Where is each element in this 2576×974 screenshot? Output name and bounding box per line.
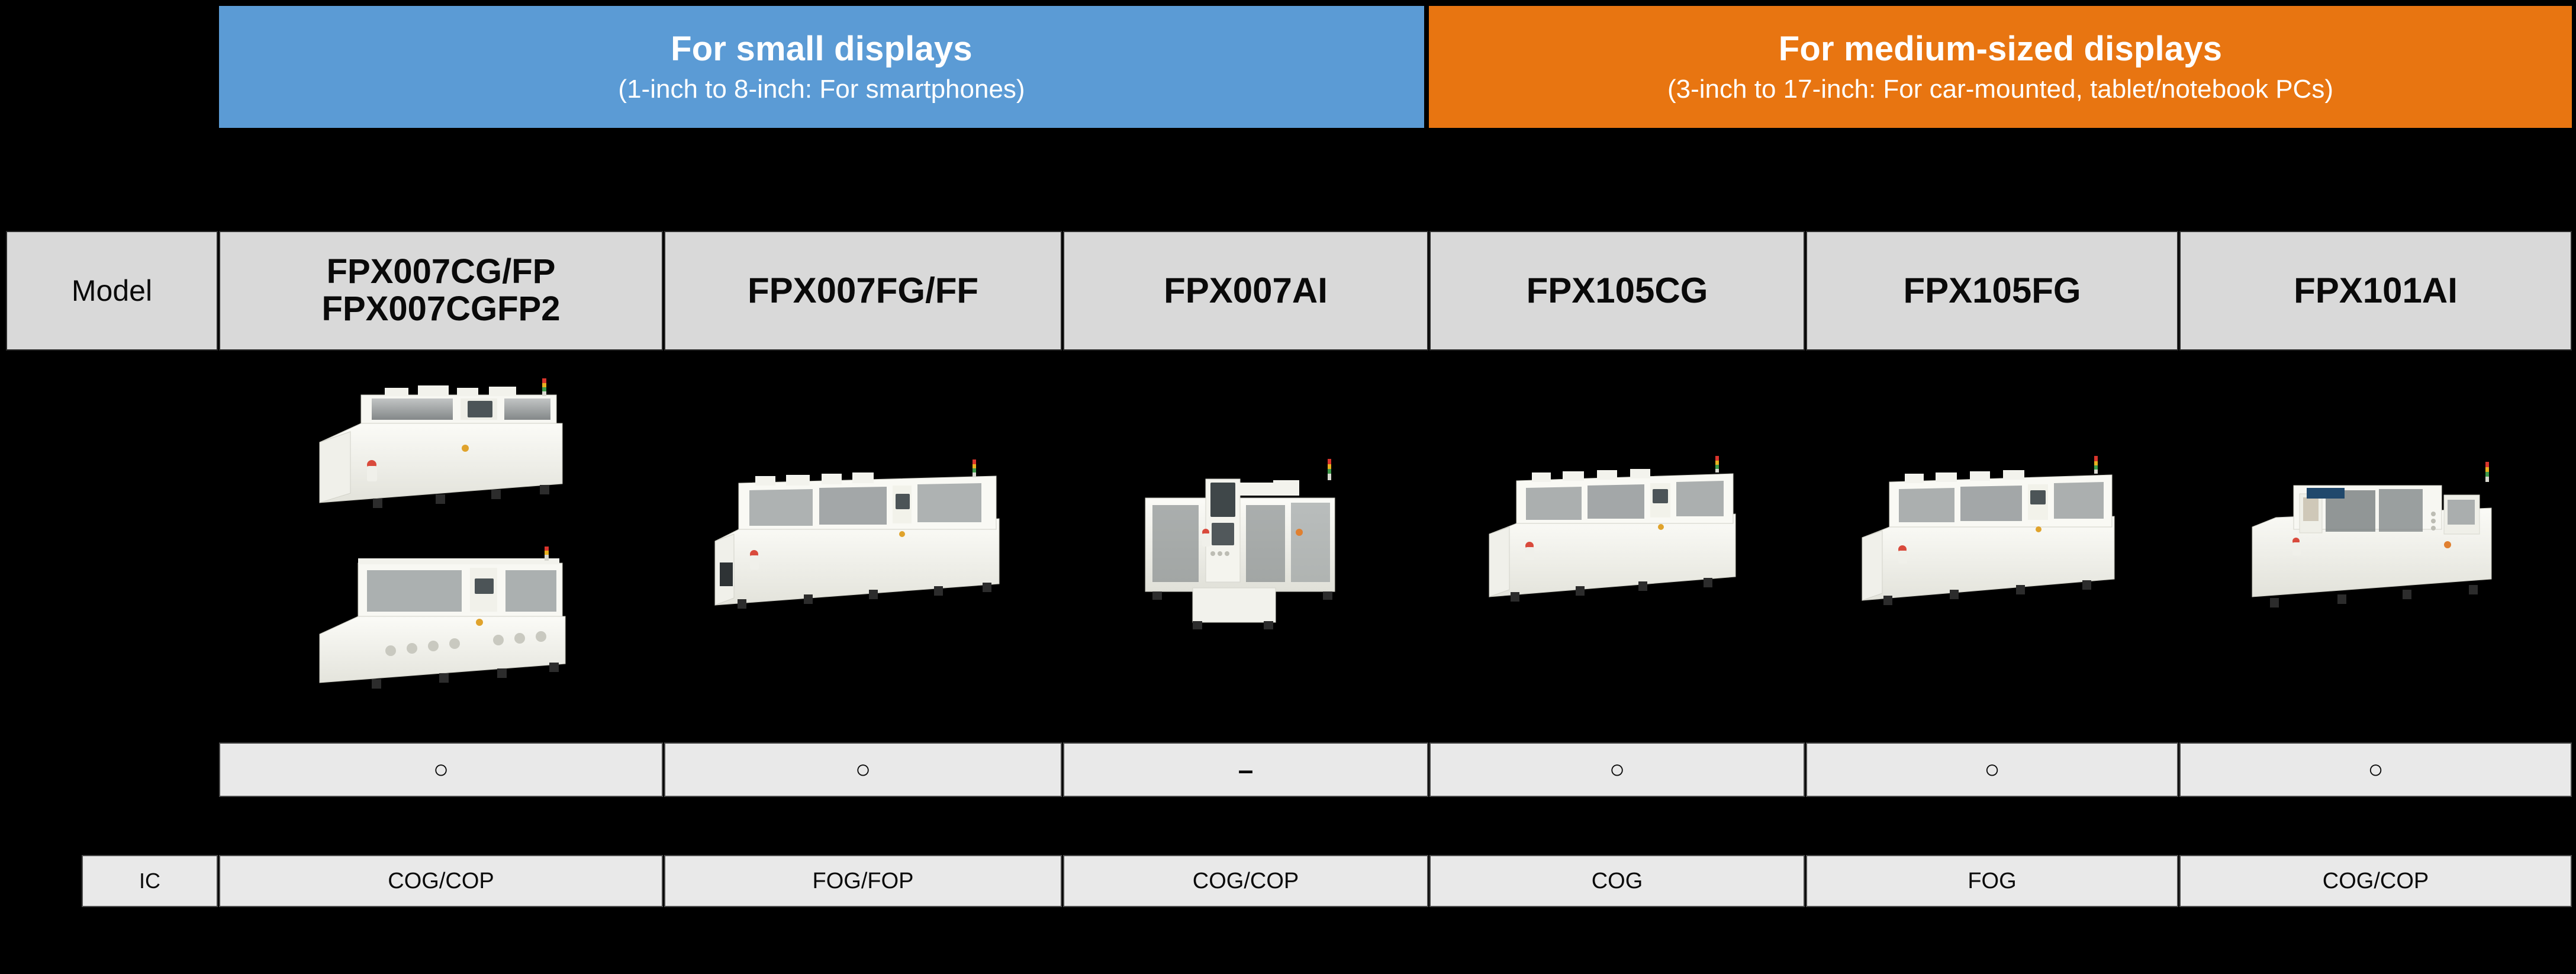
- ic-cell-fpx105fg: FOG: [1806, 855, 2178, 907]
- banner-small-subtitle: (1-inch to 8-inch: For smartphones): [618, 74, 1025, 104]
- ic-cell-fpx007ai: COG/COP: [1063, 855, 1428, 907]
- machine-photo-fpx007ai: [1063, 354, 1428, 728]
- bonder-machine-icon: [2252, 462, 2491, 607]
- model-name-fpx101ai: FPX101AI: [2179, 231, 2572, 351]
- bonder-machine-icon: [1862, 456, 2114, 605]
- banner-small-title: For small displays: [671, 29, 973, 68]
- banner-medium-displays: For medium-sized displays (3-inch to 17-…: [1429, 6, 2572, 128]
- support-cell-fpx101ai: ○: [2179, 742, 2572, 797]
- model-name-fpx105cg: FPX105CG: [1429, 231, 1805, 351]
- ic-cell-fpx105cg: COG: [1429, 855, 1805, 907]
- bonder-machine-icon: [1489, 456, 1736, 602]
- ic-cell-fpx007fg: FOG/FOP: [664, 855, 1062, 907]
- banner-small-displays: For small displays (1-inch to 8-inch: Fo…: [219, 6, 1424, 128]
- model-name-text: FPX101AI: [2294, 270, 2458, 310]
- ic-cell-fpx007cg: COG/COP: [219, 855, 663, 907]
- bonder-machine-icon: [319, 378, 563, 508]
- machine-photo-fpx101ai: [2179, 354, 2572, 728]
- model-name-text: FPX007AI: [1164, 270, 1328, 310]
- model-row-label: Model: [6, 231, 218, 351]
- support-symbol-row: ○ ○ – ○ ○ ○: [0, 742, 2576, 797]
- ic-bonding-row: IC COG/COP FOG/FOP COG/COP COG FOG COG/C…: [0, 855, 2576, 907]
- ic-row-label: IC: [82, 855, 218, 907]
- machine-photo-row: [0, 354, 2576, 728]
- support-cell-fpx105cg: ○: [1429, 742, 1805, 797]
- machine-photo-fpx007cg: [219, 354, 663, 728]
- ic-cell-fpx101ai: COG/COP: [2179, 855, 2572, 907]
- model-name-fpx007fg: FPX007FG/FF: [664, 231, 1062, 351]
- model-name-fpx007cg: FPX007CG/FP FPX007CGFP2: [219, 231, 663, 351]
- model-name-fpx007ai: FPX007AI: [1063, 231, 1428, 351]
- bonder-machine-icon: [319, 547, 566, 689]
- banner-medium-title: For medium-sized displays: [1778, 29, 2223, 68]
- category-banner-row: For small displays (1-inch to 8-inch: Fo…: [0, 6, 2576, 128]
- model-name-text: FPX007CG/FP FPX007CGFP2: [321, 252, 561, 328]
- model-name-fpx105fg: FPX105FG: [1806, 231, 2178, 351]
- machine-photo-fpx105fg: [1806, 354, 2178, 728]
- support-cell-fpx007fg: ○: [664, 742, 1062, 797]
- machine-photo-fpx007fg: [664, 354, 1062, 728]
- machine-photo-fpx105cg: [1429, 354, 1805, 728]
- banner-medium-subtitle: (3-inch to 17-inch: For car-mounted, tab…: [1667, 74, 2333, 104]
- comparison-table-page: For small displays (1-inch to 8-inch: Fo…: [0, 0, 2576, 974]
- model-name-text: FPX007FG/FF: [747, 270, 979, 310]
- model-name-text: FPX105CG: [1526, 270, 1708, 310]
- bonder-machine-icon: [714, 459, 1000, 609]
- bonder-machine-icon: [1145, 459, 1335, 629]
- model-header-row: Model FPX007CG/FP FPX007CGFP2 FPX007FG/FF…: [0, 231, 2576, 351]
- model-name-text: FPX105FG: [1903, 270, 2081, 310]
- support-cell-fpx007cg: ○: [219, 742, 663, 797]
- support-cell-fpx007ai: –: [1063, 742, 1428, 797]
- support-cell-fpx105fg: ○: [1806, 742, 2178, 797]
